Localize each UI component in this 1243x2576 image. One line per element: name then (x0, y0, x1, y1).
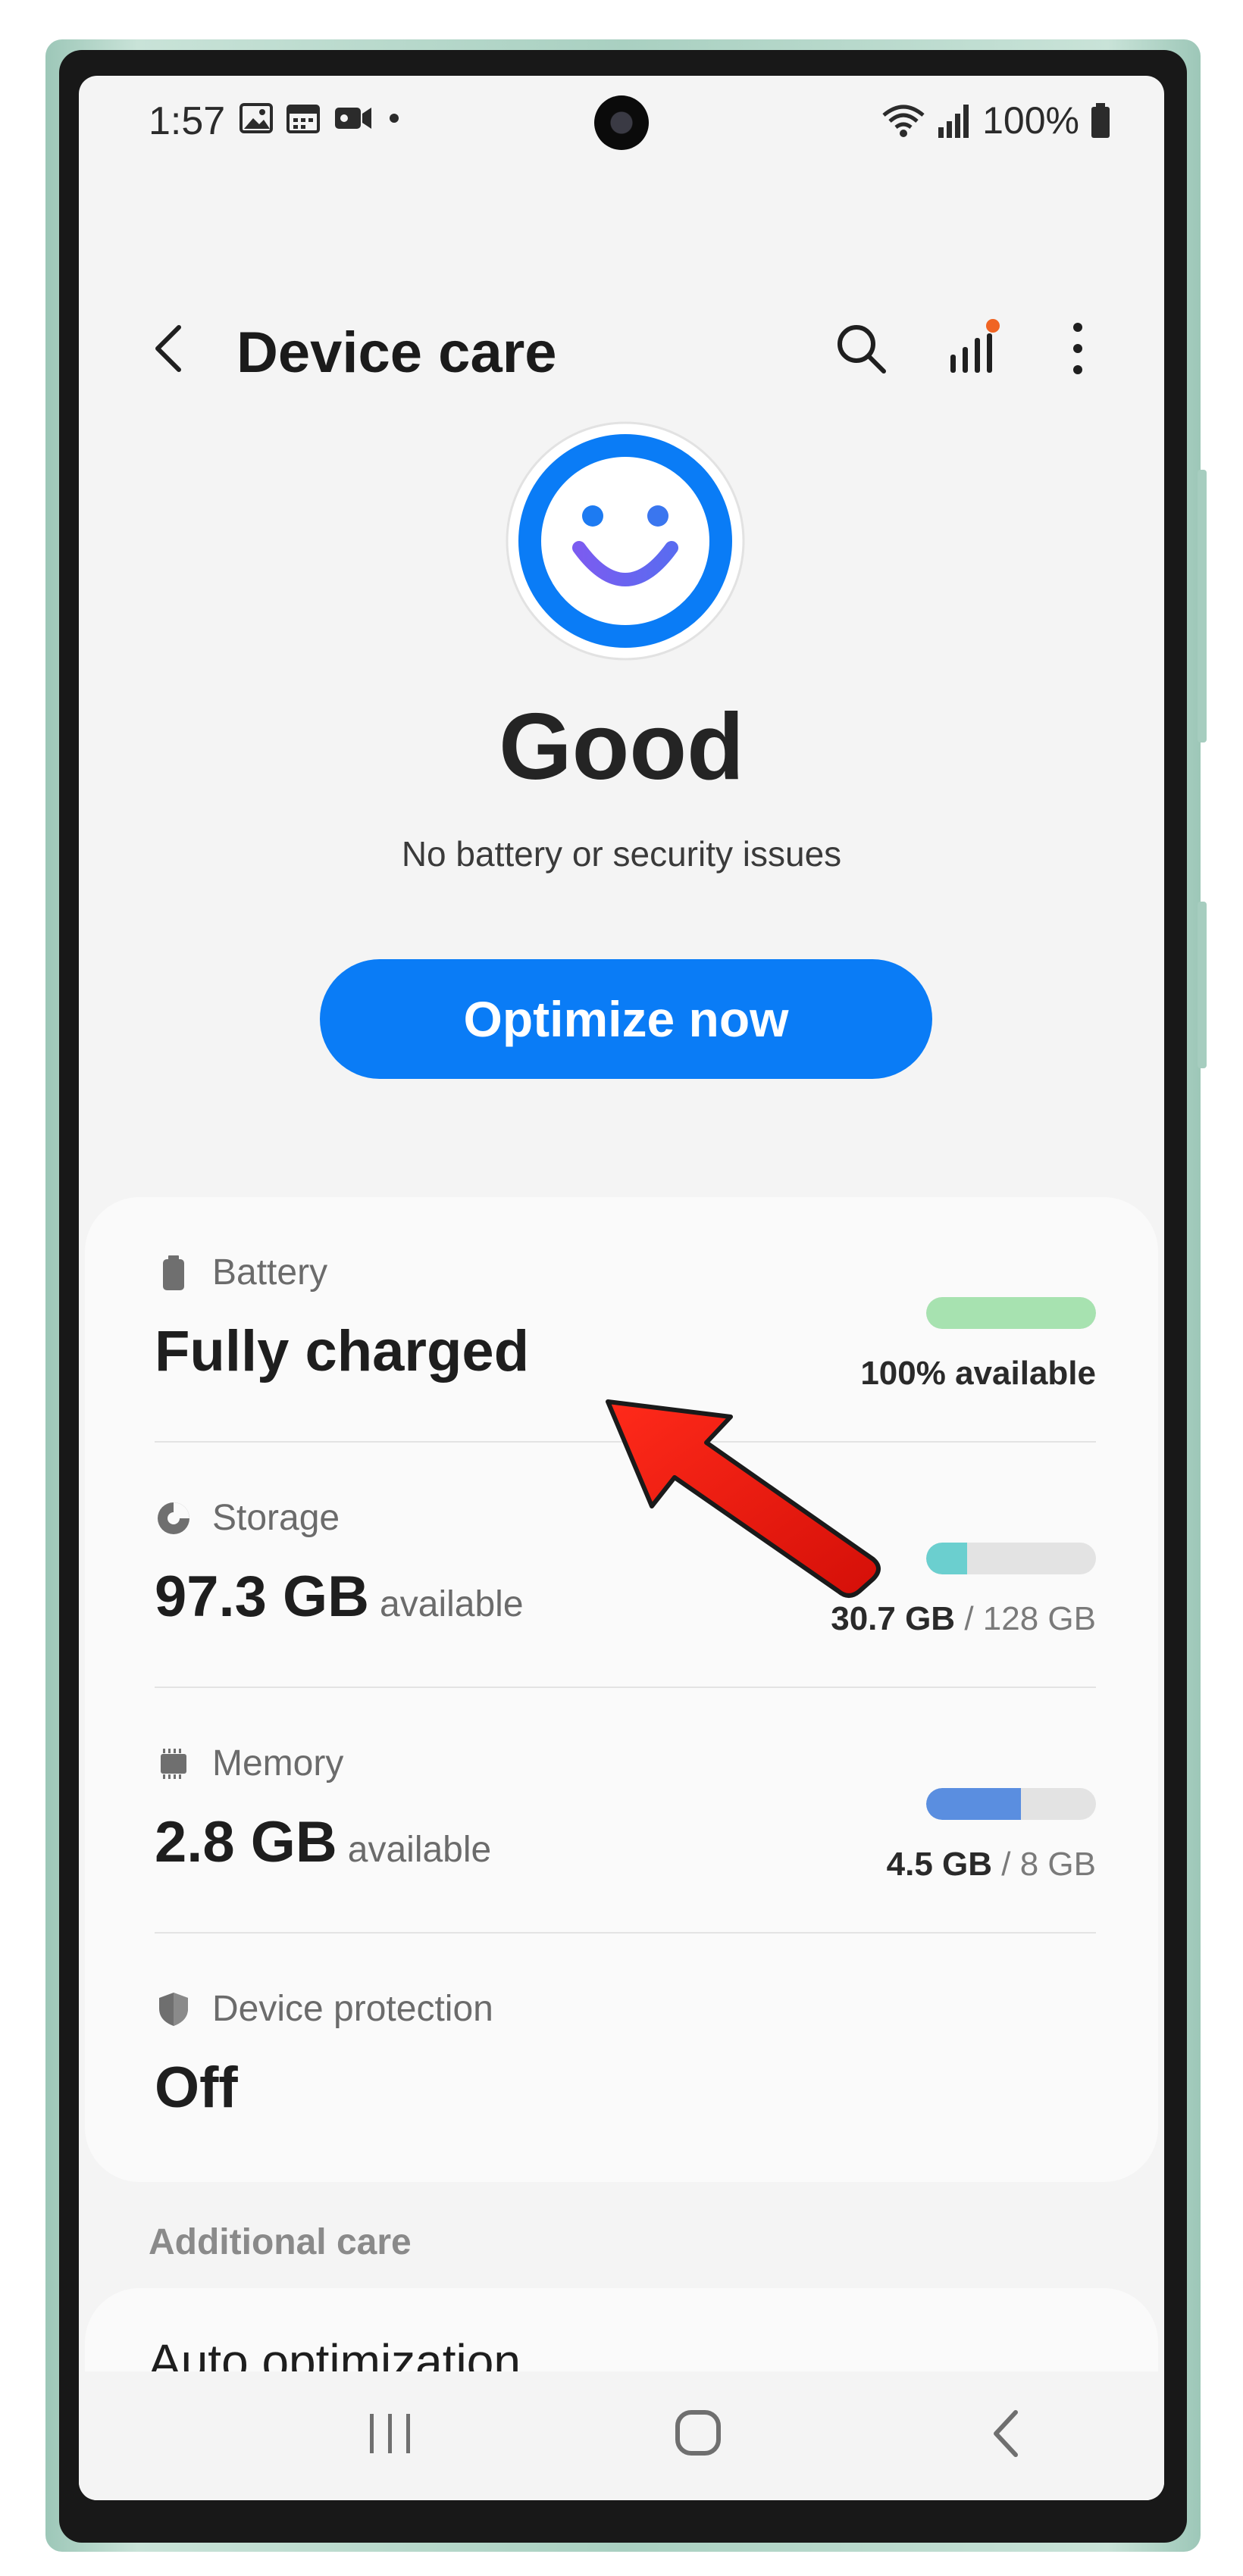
memory-bar (926, 1788, 1096, 1820)
memory-value-text: 2.8 GB (155, 1810, 337, 1874)
more-vertical-icon[interactable] (1055, 317, 1101, 380)
calendar-icon (286, 105, 320, 133)
battery-status-icon (1091, 103, 1110, 138)
screen: 1:57 100% Device care Good No battery or… (79, 76, 1164, 2500)
battery-percent: 100% (982, 99, 1079, 142)
status-time: 1:57 (149, 99, 226, 143)
memory-detail: 4.5 GB / 8 GB (887, 1846, 1096, 1884)
signal-bars-icon[interactable] (943, 317, 1007, 380)
front-camera (594, 95, 649, 150)
page-title: Device care (236, 320, 557, 385)
storage-bar-fill (926, 1543, 967, 1574)
wifi-icon (882, 105, 925, 137)
status-right: 100% (881, 98, 1111, 142)
storage-total: / 128 GB (964, 1600, 1096, 1637)
optimize-now-button[interactable]: Optimize now (320, 959, 932, 1079)
memory-label: Memory (212, 1743, 344, 1784)
shield-icon (159, 1992, 188, 2026)
battery-detail: 100% available (860, 1355, 1096, 1393)
storage-value: 97.3 GB available (155, 1564, 524, 1630)
back-nav-icon[interactable] (973, 2403, 1041, 2464)
battery-detail-text: 100% available (860, 1355, 1096, 1392)
battery-value: Fully charged (155, 1319, 530, 1383)
app-header: Device care (79, 303, 1164, 394)
storage-bar (926, 1543, 1096, 1574)
battery-label-wrap: Battery (155, 1252, 327, 1293)
storage-label: Storage (212, 1498, 340, 1538)
battery-label: Battery (212, 1252, 328, 1293)
protection-label-wrap: Device protection (155, 1988, 493, 2030)
home-icon[interactable] (664, 2403, 732, 2464)
memory-row[interactable]: Memory 2.8 GB available 4.5 GB / 8 GB (85, 1688, 1158, 1934)
storage-label-wrap: Storage (155, 1497, 340, 1539)
status-bar: 1:57 100% (79, 76, 1164, 167)
power-button (1198, 902, 1207, 1068)
storage-unit: available (380, 1584, 524, 1624)
status-subtitle: No battery or security issues (401, 834, 842, 874)
status-title: Good (499, 695, 744, 799)
battery-bar-fill (926, 1297, 1096, 1329)
pie-chart-icon (158, 1502, 189, 1534)
smiley-face-icon (506, 421, 745, 661)
recent-apps-icon[interactable] (356, 2403, 424, 2464)
additional-care-header: Additional care (149, 2222, 412, 2262)
volume-button (1198, 470, 1207, 742)
memory-bar-fill (926, 1788, 1022, 1820)
care-card: Battery Fully charged 100% available Sto… (85, 1197, 1158, 2182)
cell-signal-icon (938, 105, 969, 138)
battery-bar (926, 1297, 1096, 1329)
battery-icon (163, 1255, 184, 1290)
memory-total: / 8 GB (1001, 1846, 1096, 1883)
dot-icon (390, 114, 399, 123)
storage-value-text: 97.3 GB (155, 1565, 370, 1629)
alert-dot (986, 319, 1000, 333)
navigation-bar (79, 2371, 1164, 2500)
device-protection-row[interactable]: Device protection Off (85, 1934, 1158, 2179)
memory-value: 2.8 GB available (155, 1809, 491, 1875)
chip-icon (161, 1748, 186, 1779)
annotation-arrow-icon (606, 1399, 881, 1598)
memory-unit: available (347, 1830, 492, 1870)
image-icon (240, 103, 273, 133)
notification-icons (240, 103, 402, 133)
protection-label: Device protection (212, 1989, 493, 2029)
search-icon[interactable] (829, 317, 893, 380)
memory-label-wrap: Memory (155, 1743, 343, 1784)
protection-value: Off (155, 2055, 238, 2120)
chevron-left-icon[interactable] (141, 318, 202, 379)
memory-used: 4.5 GB (886, 1846, 993, 1883)
video-icon (335, 108, 371, 129)
